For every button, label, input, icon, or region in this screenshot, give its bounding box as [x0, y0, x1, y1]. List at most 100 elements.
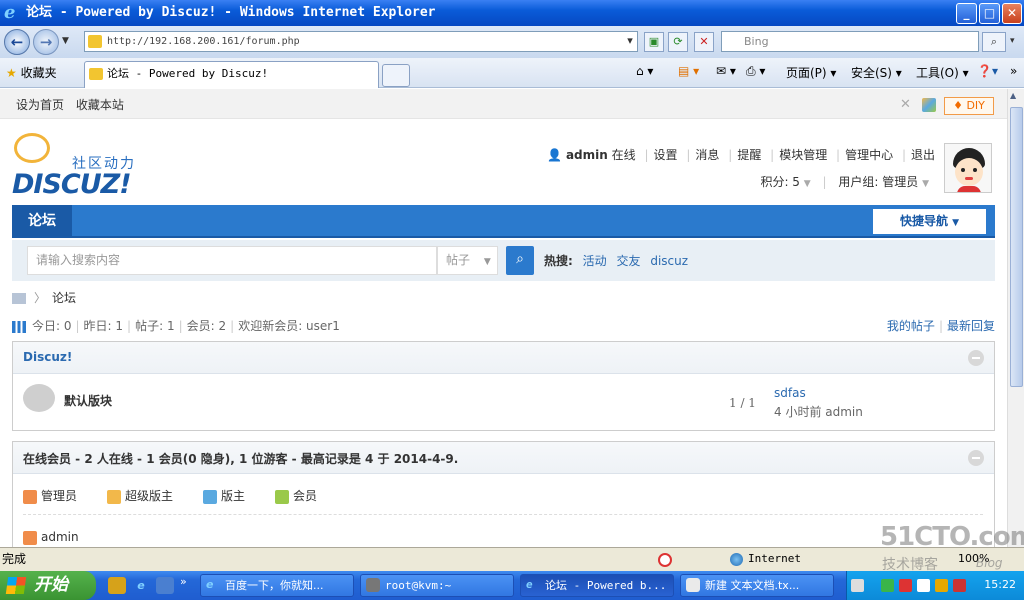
tray-app-icon[interactable] — [899, 579, 912, 592]
new-tab-button[interactable] — [382, 64, 410, 87]
more-icon[interactable]: » — [1010, 64, 1017, 78]
search-options-icon[interactable]: ▾ — [1010, 36, 1015, 46]
online-members-box: 在线会员 - 2 人在线 - 1 会员(0 隐身), 1 位游客 - 最高记录是… — [12, 441, 995, 547]
page-menu[interactable]: 页面(P) ▾ — [786, 64, 836, 81]
minimize-button[interactable]: _ — [956, 3, 977, 24]
search-type-select[interactable]: 帖子 ▼ — [437, 246, 498, 275]
tools-menu[interactable]: 工具(O) ▾ — [916, 64, 969, 81]
set-homepage-link[interactable]: 设为首页 — [16, 98, 64, 112]
avatar[interactable] — [944, 143, 992, 193]
settings-link[interactable]: 设置 — [654, 148, 678, 162]
window-title: 论坛 - Powered by Discuz! - Windows Intern… — [26, 5, 436, 20]
hot-search-link[interactable]: 交友 — [616, 254, 640, 268]
topbar-links: 设为首页 收藏本站 — [16, 96, 132, 113]
category-header: Discuz! — [13, 342, 994, 374]
search-placeholder: Bing — [744, 35, 769, 48]
hot-search-link[interactable]: discuz — [650, 254, 688, 268]
style-switch-icon[interactable] — [922, 98, 936, 112]
user-info: 积分: 5 ▼ | 用户组: 管理员 ▼ — [760, 175, 929, 189]
address-dropdown-icon[interactable]: ▾ — [622, 32, 638, 52]
main-nav: 论坛 快捷导航 ▼ — [12, 205, 995, 238]
taskbar-item[interactable]: e 百度一下，你就知... — [200, 574, 354, 597]
online-user-link[interactable]: admin — [41, 530, 79, 544]
divider — [23, 514, 983, 515]
category-title[interactable]: Discuz! — [23, 350, 72, 364]
hot-search-link[interactable]: 活动 — [583, 254, 607, 268]
site-logo[interactable]: DISCUZ! — [12, 169, 132, 200]
latest-replies-link[interactable]: 最新回复 — [947, 319, 995, 333]
legend-member: 会员 — [275, 487, 317, 504]
new-member-link[interactable]: 欢迎新会员: user1 — [238, 319, 340, 333]
popup-blocked-icon[interactable] — [658, 553, 672, 567]
window-title-bar[interactable]: 论坛 - Powered by Discuz! - Windows Intern… — [0, 0, 1024, 26]
vertical-scrollbar[interactable]: ▲ — [1007, 89, 1024, 547]
taskbar-item-active[interactable]: e 论坛 - Powered b... — [520, 574, 674, 597]
safety-menu[interactable]: 安全(S) ▾ — [851, 64, 902, 81]
collapse-icon[interactable]: ✕ — [900, 97, 911, 112]
help-icon[interactable]: ❓▾ — [977, 64, 998, 78]
ie-logo-icon: e — [4, 2, 16, 23]
history-dropdown-icon[interactable]: ▼ — [62, 36, 69, 46]
legend-admin: 管理员 — [23, 487, 77, 504]
last-post-link[interactable]: sdfas — [774, 386, 806, 400]
bookmark-site-link[interactable]: 收藏本站 — [76, 98, 124, 112]
collapse-icon[interactable] — [968, 350, 984, 366]
tray-app-icon[interactable] — [953, 579, 966, 592]
forward-button[interactable]: → — [33, 29, 59, 55]
quick-nav-button[interactable]: 快捷导航 ▼ — [873, 209, 986, 234]
clock[interactable]: 15:22 — [984, 578, 1016, 591]
back-button[interactable]: ← — [4, 29, 30, 55]
stop-icon[interactable]: ✕ — [694, 32, 714, 52]
address-input[interactable]: http://192.168.200.161/forum.php — [84, 31, 638, 52]
last-post-time: 4 小时前 admin — [774, 405, 863, 419]
favorites-button[interactable]: ★ 收藏夹 — [6, 64, 57, 81]
username-link[interactable]: admin — [566, 148, 608, 162]
close-button[interactable]: ✕ — [1002, 3, 1022, 24]
credits-link[interactable]: 积分: 5 — [760, 175, 800, 189]
logout-link[interactable]: 退出 — [911, 148, 935, 162]
stats-icon — [12, 320, 26, 333]
diy-button[interactable]: ♦ DIY — [944, 97, 994, 115]
messages-link[interactable]: 消息 — [695, 148, 719, 162]
search-go-icon[interactable]: ⌕ — [982, 32, 1006, 52]
notices-link[interactable]: 提醒 — [737, 148, 761, 162]
scroll-thumb[interactable] — [1010, 107, 1023, 387]
home-icon[interactable] — [12, 293, 26, 304]
feeds-icon[interactable]: ▤ ▾ — [678, 64, 699, 78]
tray-app-icon[interactable] — [935, 579, 948, 592]
forum-name-link[interactable]: 默认版块 — [64, 392, 112, 409]
online-status: 在线 — [611, 148, 636, 162]
desktop-quicklaunch-icon[interactable] — [156, 577, 174, 594]
ie-quicklaunch-icon[interactable]: e — [132, 577, 150, 594]
mail-icon[interactable]: ✉ ▾ — [716, 64, 736, 78]
search-input[interactable]: Bing — [721, 31, 979, 52]
compat-view-icon[interactable]: ▣ — [644, 32, 664, 52]
nav-tab-forum[interactable]: 论坛 — [12, 205, 72, 238]
forum-search-input[interactable]: 请输入搜索内容 — [27, 246, 437, 275]
maximize-button[interactable]: □ — [979, 3, 1000, 24]
tray-app-icon[interactable] — [917, 579, 930, 592]
scroll-up-icon[interactable]: ▲ — [1010, 91, 1016, 100]
quicklaunch-more-icon[interactable]: » — [180, 575, 187, 588]
my-posts-link[interactable]: 我的帖子 — [887, 319, 935, 333]
globe-icon — [730, 553, 743, 566]
search-icon: ⌕ — [516, 251, 524, 267]
explorer-quicklaunch-icon[interactable] — [108, 577, 126, 594]
collapse-icon[interactable] — [968, 450, 984, 466]
refresh-icon[interactable]: ⟳ — [668, 32, 688, 52]
print-icon[interactable]: ⎙ ▾ — [746, 64, 765, 79]
search-button[interactable]: ⌕ — [506, 246, 534, 275]
module-manage-link[interactable]: 模块管理 — [779, 148, 827, 162]
taskbar-item[interactable]: root@kvm:~ — [360, 574, 514, 597]
admin-center-link[interactable]: 管理中心 — [845, 148, 893, 162]
taskbar-item[interactable]: 新建 文本文档.tx... — [680, 574, 834, 597]
keyboard-icon[interactable] — [851, 579, 864, 592]
home-icon[interactable]: ⌂ ▾ — [636, 64, 653, 78]
tab-forum[interactable]: 论坛 - Powered by Discuz! — [84, 61, 379, 88]
usergroup-link[interactable]: 用户组: 管理员 — [838, 175, 918, 189]
forum-stats: 今日: 0 | 昨日: 1 | 帖子: 1 | 会员: 2 | 欢迎新会员: user1 — [12, 317, 340, 334]
online-summary[interactable]: 在线会员 - 2 人在线 - 1 会员(0 隐身), 1 位游客 - 最高记录是… — [23, 450, 458, 467]
tray-app-icon[interactable] — [881, 579, 894, 592]
breadcrumb-current[interactable]: 论坛 — [52, 291, 76, 305]
user-icon: 👤 — [547, 148, 563, 162]
